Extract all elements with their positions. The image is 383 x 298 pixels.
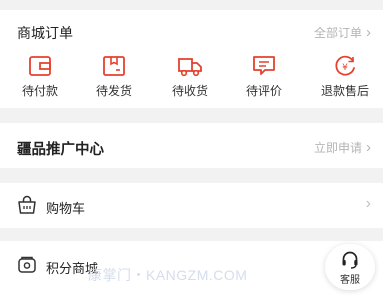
- order-item-pending-receipt[interactable]: 待收货: [160, 55, 220, 99]
- promo-center-card[interactable]: 疆品推广中心 立即申请 ›: [0, 123, 383, 168]
- order-item-pending-shipment[interactable]: 待发货: [84, 55, 144, 99]
- comment-icon: [253, 56, 275, 75]
- all-orders-link[interactable]: 全部订单 ›: [314, 24, 371, 41]
- order-item-label: 待付款: [21, 84, 58, 98]
- watermark-text: 康掌门・KANGZM.COM: [88, 267, 248, 283]
- chevron-right-icon: ›: [366, 139, 371, 156]
- order-item-label: 待发货: [95, 84, 132, 98]
- cart-label: 购物车: [46, 201, 86, 216]
- truck-icon: [178, 58, 202, 77]
- order-item-pending-payment[interactable]: 待付款: [10, 55, 70, 99]
- order-item-label: 待评价: [245, 84, 282, 98]
- mall-orders-title: 商城订单: [17, 25, 73, 41]
- apply-now-link[interactable]: 立即申请 ›: [314, 139, 371, 156]
- apply-now-label: 立即申请: [313, 141, 362, 155]
- mall-orders-card: 商城订单 全部订单 › 待付款 待发货 待收货 待评价 ¥ 退款售后: [0, 10, 383, 108]
- refund-icon: ¥: [335, 55, 355, 76]
- order-status-row: 待付款 待发货 待收货 待评价 ¥ 退款售后: [0, 55, 383, 105]
- promo-center-title: 疆品推广中心: [17, 142, 104, 158]
- order-item-label: 待收货: [171, 84, 208, 98]
- customer-service-button[interactable]: 客服: [325, 244, 375, 290]
- package-icon: [103, 56, 125, 76]
- customer-service-label: 客服: [340, 275, 360, 286]
- cart-row[interactable]: 购物车 ›: [0, 183, 383, 228]
- chevron-right-icon: ›: [365, 195, 371, 212]
- chevron-right-icon: ›: [366, 24, 371, 41]
- order-item-label: 退款售后: [320, 84, 369, 98]
- points-mall-icon: [17, 255, 37, 280]
- headset-icon: [342, 251, 358, 269]
- svg-text:¥: ¥: [342, 63, 348, 73]
- wallet-icon: [29, 56, 51, 76]
- order-item-refund[interactable]: ¥ 退款售后: [315, 55, 375, 99]
- all-orders-label: 全部订单: [313, 26, 362, 40]
- order-item-pending-review[interactable]: 待评价: [234, 55, 294, 99]
- cart-icon: [17, 195, 37, 220]
